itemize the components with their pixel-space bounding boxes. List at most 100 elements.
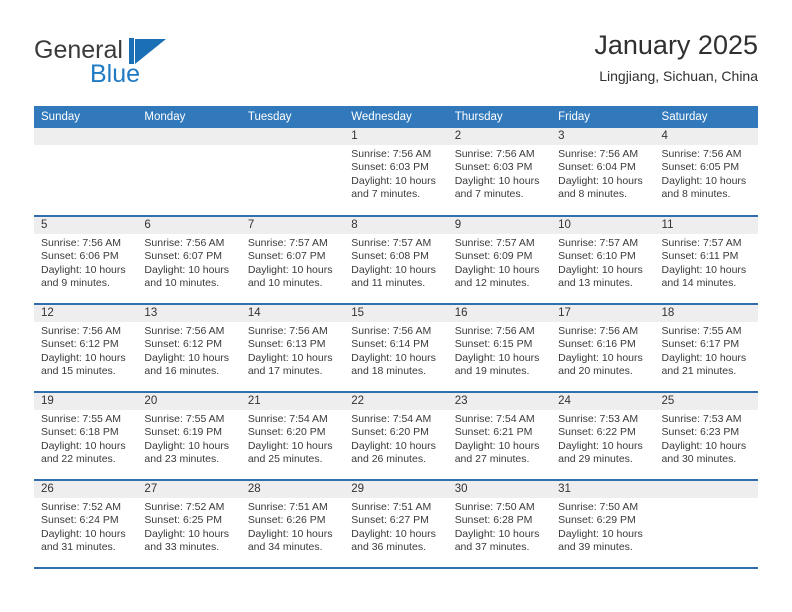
sunrise-text: Sunrise: 7:57 AM [558, 237, 639, 249]
day-number [654, 481, 758, 498]
day-details: Sunrise: 7:56 AM Sunset: 6:16 PM Daylight:… [551, 322, 654, 379]
day-number [240, 128, 345, 145]
day-number: 30 [447, 481, 552, 498]
daylight-text: Daylight: 10 hours and 25 minutes. [247, 439, 333, 466]
calendar-day-cell[interactable]: 18 Sunrise: 7:55 AM Sunset: 6:17 PM Dayligh… [654, 304, 758, 393]
day-number: 7 [240, 217, 345, 234]
sunrise-text: Sunrise: 7:50 AM [454, 501, 535, 513]
sunrise-text: Sunrise: 7:51 AM [351, 501, 432, 513]
daylight-text: Daylight: 10 hours and 34 minutes. [247, 527, 333, 554]
page-title: January 2025 [594, 30, 758, 60]
sunset-text: Sunset: 6:16 PM [558, 338, 636, 351]
daylight-text: Daylight: 10 hours and 15 minutes. [41, 351, 126, 378]
calendar-page: General Blue January 2025 Lingjiang, Sic… [0, 0, 792, 612]
sunset-text: Sunset: 6:11 PM [661, 250, 739, 263]
weekday-header-tuesday: Tuesday [240, 106, 345, 128]
weekday-header-friday: Friday [551, 106, 655, 128]
calendar-cell-empty [34, 128, 138, 217]
calendar-day-cell[interactable]: 13 Sunrise: 7:56 AM Sunset: 6:12 PM Dayligh… [137, 304, 241, 393]
sunrise-text: Sunrise: 7:56 AM [351, 325, 432, 337]
day-details: Sunrise: 7:55 AM Sunset: 6:17 PM Daylight:… [655, 322, 758, 379]
calendar-day-cell[interactable]: 21 Sunrise: 7:54 AM Sunset: 6:20 PM Dayligh… [240, 392, 345, 481]
sunset-text: Sunset: 6:14 PM [351, 338, 429, 351]
sunset-text: Sunset: 6:23 PM [661, 426, 740, 439]
day-number [34, 128, 138, 145]
calendar-week-row: 19 Sunrise: 7:55 AM Sunset: 6:18 PM Dayligh… [34, 392, 758, 481]
calendar-day-cell[interactable]: 22 Sunrise: 7:54 AM Sunset: 6:20 PM Dayligh… [344, 392, 448, 481]
calendar-day-cell[interactable]: 30 Sunrise: 7:50 AM Sunset: 6:28 PM Dayligh… [447, 480, 552, 569]
sunrise-text: Sunrise: 7:56 AM [41, 237, 121, 249]
calendar-day-cell[interactable]: 31 Sunrise: 7:50 AM Sunset: 6:29 PM Dayligh… [551, 480, 655, 569]
daylight-text: Daylight: 10 hours and 27 minutes. [454, 439, 540, 466]
day-details: Sunrise: 7:57 AM Sunset: 6:08 PM Daylight:… [344, 234, 447, 291]
title-block: January 2025 Lingjiang, Sichuan, China [594, 28, 758, 85]
calendar-day-cell[interactable]: 11 Sunrise: 7:57 AM Sunset: 6:11 PM Dayligh… [654, 216, 758, 305]
calendar-day-cell[interactable]: 25 Sunrise: 7:53 AM Sunset: 6:23 PM Dayligh… [654, 392, 758, 481]
day-details: Sunrise: 7:50 AM Sunset: 6:29 PM Daylight:… [551, 498, 654, 555]
sunset-text: Sunset: 6:29 PM [558, 514, 636, 527]
calendar-day-cell[interactable]: 12 Sunrise: 7:56 AM Sunset: 6:12 PM Dayligh… [34, 304, 138, 393]
sunset-text: Sunset: 6:03 PM [351, 161, 429, 174]
day-number: 6 [137, 217, 241, 234]
day-details: Sunrise: 7:56 AM Sunset: 6:03 PM Daylight:… [344, 145, 447, 202]
daylight-text: Daylight: 10 hours and 19 minutes. [454, 351, 540, 378]
calendar-day-cell[interactable]: 16 Sunrise: 7:56 AM Sunset: 6:15 PM Dayligh… [447, 304, 552, 393]
calendar-day-cell[interactable]: 29 Sunrise: 7:51 AM Sunset: 6:27 PM Dayligh… [344, 480, 448, 569]
calendar-day-cell[interactable]: 9 Sunrise: 7:57 AM Sunset: 6:09 PM Daylight… [447, 216, 552, 305]
day-details: Sunrise: 7:56 AM Sunset: 6:15 PM Daylight:… [448, 322, 551, 379]
sunset-text: Sunset: 6:20 PM [247, 426, 326, 439]
sunrise-text: Sunrise: 7:56 AM [661, 148, 742, 160]
day-number: 4 [654, 128, 758, 145]
daylight-text: Daylight: 10 hours and 8 minutes. [558, 174, 643, 201]
sunset-text: Sunset: 6:07 PM [144, 250, 223, 263]
calendar-day-cell[interactable]: 1 Sunrise: 7:56 AM Sunset: 6:03 PM Daylight… [344, 128, 448, 217]
day-number: 9 [447, 217, 552, 234]
calendar-day-cell[interactable]: 24 Sunrise: 7:53 AM Sunset: 6:22 PM Dayligh… [551, 392, 655, 481]
day-number: 16 [447, 305, 552, 322]
calendar-day-cell[interactable]: 2 Sunrise: 7:56 AM Sunset: 6:03 PM Daylight… [447, 128, 552, 217]
calendar-body: 1 Sunrise: 7:56 AM Sunset: 6:03 PM Daylight… [34, 128, 758, 569]
daylight-text: Daylight: 10 hours and 26 minutes. [351, 439, 436, 466]
daylight-text: Daylight: 10 hours and 18 minutes. [351, 351, 436, 378]
page-subtitle: Lingjiang, Sichuan, China [599, 68, 758, 84]
day-details: Sunrise: 7:56 AM Sunset: 6:14 PM Daylight:… [344, 322, 447, 379]
calendar-day-cell[interactable]: 10 Sunrise: 7:57 AM Sunset: 6:10 PM Dayligh… [551, 216, 655, 305]
daylight-text: Daylight: 10 hours and 33 minutes. [144, 527, 230, 554]
sunrise-text: Sunrise: 7:56 AM [558, 148, 639, 160]
day-details: Sunrise: 7:56 AM Sunset: 6:07 PM Daylight:… [137, 234, 240, 291]
daylight-text: Daylight: 10 hours and 7 minutes. [351, 174, 436, 201]
day-number: 2 [447, 128, 552, 145]
sunrise-text: Sunrise: 7:57 AM [247, 237, 328, 249]
day-number: 28 [240, 481, 345, 498]
calendar-day-cell[interactable]: 20 Sunrise: 7:55 AM Sunset: 6:19 PM Dayligh… [137, 392, 241, 481]
calendar-day-cell[interactable]: 6 Sunrise: 7:56 AM Sunset: 6:07 PM Daylight… [137, 216, 241, 305]
sunset-text: Sunset: 6:12 PM [41, 338, 119, 351]
day-number: 3 [551, 128, 655, 145]
weekday-header-sunday: Sunday [34, 106, 138, 128]
day-number: 19 [34, 393, 138, 410]
calendar-day-cell[interactable]: 26 Sunrise: 7:52 AM Sunset: 6:24 PM Dayligh… [34, 480, 138, 569]
sunrise-text: Sunrise: 7:56 AM [144, 325, 225, 337]
calendar-day-cell[interactable]: 27 Sunrise: 7:52 AM Sunset: 6:25 PM Dayligh… [137, 480, 241, 569]
calendar-day-cell[interactable]: 4 Sunrise: 7:56 AM Sunset: 6:05 PM Daylight… [654, 128, 758, 217]
calendar-day-cell[interactable]: 14 Sunrise: 7:56 AM Sunset: 6:13 PM Dayligh… [240, 304, 345, 393]
page-header: General Blue January 2025 Lingjiang, Sic… [34, 28, 758, 98]
calendar-day-cell[interactable]: 23 Sunrise: 7:54 AM Sunset: 6:21 PM Dayligh… [447, 392, 552, 481]
day-details: Sunrise: 7:50 AM Sunset: 6:28 PM Daylight:… [448, 498, 551, 555]
day-details: Sunrise: 7:55 AM Sunset: 6:18 PM Daylight:… [34, 410, 137, 467]
day-number [137, 128, 241, 145]
calendar-day-cell[interactable]: 8 Sunrise: 7:57 AM Sunset: 6:08 PM Daylight… [344, 216, 448, 305]
calendar-day-cell[interactable]: 3 Sunrise: 7:56 AM Sunset: 6:04 PM Daylight… [551, 128, 655, 217]
calendar-day-cell[interactable]: 7 Sunrise: 7:57 AM Sunset: 6:07 PM Daylight… [240, 216, 345, 305]
calendar-day-cell[interactable]: 28 Sunrise: 7:51 AM Sunset: 6:26 PM Dayligh… [240, 480, 345, 569]
calendar-day-cell[interactable]: 19 Sunrise: 7:55 AM Sunset: 6:18 PM Dayligh… [34, 392, 138, 481]
weekday-header-saturday: Saturday [654, 106, 758, 128]
calendar-day-cell[interactable]: 15 Sunrise: 7:56 AM Sunset: 6:14 PM Dayligh… [344, 304, 448, 393]
day-details: Sunrise: 7:57 AM Sunset: 6:11 PM Daylight:… [655, 234, 758, 291]
calendar-day-cell[interactable]: 17 Sunrise: 7:56 AM Sunset: 6:16 PM Dayligh… [551, 304, 655, 393]
generalblue-logo: General Blue [34, 36, 244, 92]
sunrise-text: Sunrise: 7:51 AM [247, 501, 328, 513]
sunset-text: Sunset: 6:25 PM [144, 514, 223, 527]
calendar-day-cell[interactable]: 5 Sunrise: 7:56 AM Sunset: 6:06 PM Daylight… [34, 216, 138, 305]
sunset-text: Sunset: 6:10 PM [558, 250, 636, 263]
